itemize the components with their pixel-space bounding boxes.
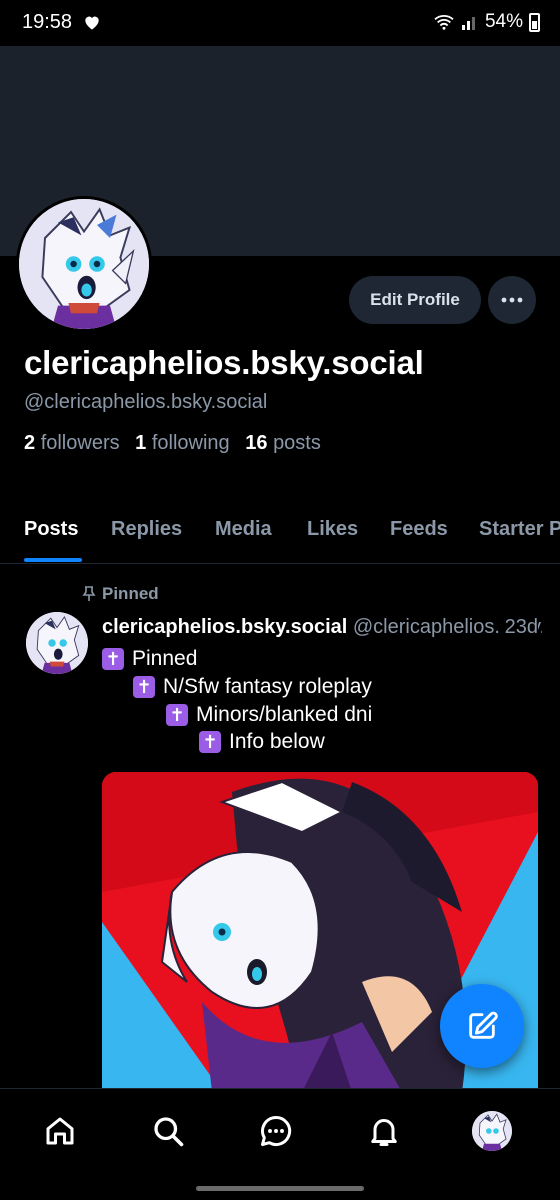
nav-search[interactable] bbox=[146, 1109, 190, 1153]
posts-label: posts bbox=[273, 432, 321, 454]
home-icon bbox=[46, 1117, 74, 1145]
status-bar: 19:58 54% bbox=[0, 0, 560, 46]
post-author-name[interactable]: clericaphelios.bsky.social bbox=[102, 616, 347, 638]
profile-tabs: Posts Replies Media Likes Feeds Starter … bbox=[0, 500, 560, 564]
post-author-avatar[interactable] bbox=[26, 612, 88, 674]
following-count[interactable]: 1 bbox=[135, 432, 146, 454]
tab-replies[interactable]: Replies bbox=[111, 518, 182, 541]
profile-stats: 2 followers 1 following 16 posts bbox=[24, 432, 321, 455]
battery-icon bbox=[529, 12, 540, 32]
edit-profile-button[interactable]: Edit Profile bbox=[349, 276, 481, 324]
battery-percent: 54% bbox=[484, 11, 523, 32]
latin-cross-emoji: ✝ bbox=[102, 648, 124, 670]
post-text-line: ✝ Pinned bbox=[102, 647, 197, 671]
post-header: clericaphelios.bsky.social @clericapheli… bbox=[102, 616, 542, 639]
search-icon bbox=[154, 1117, 184, 1147]
post-text-line: ✝ N/Sfw fantasy roleplay bbox=[133, 675, 372, 699]
heart-icon bbox=[85, 16, 99, 30]
pinned-label: Pinned bbox=[102, 584, 159, 603]
posts-count: 16 bbox=[245, 432, 268, 454]
gesture-home-bar[interactable] bbox=[196, 1186, 364, 1191]
nav-notifications[interactable] bbox=[362, 1109, 406, 1153]
compose-post-button[interactable] bbox=[440, 984, 524, 1068]
bell-icon bbox=[371, 1119, 397, 1146]
more-dots-icon bbox=[501, 297, 523, 303]
pinned-indicator: Pinned bbox=[82, 584, 159, 604]
status-time: 19:58 bbox=[22, 11, 73, 33]
post-date[interactable]: 23d bbox=[500, 616, 538, 639]
profile-avatar[interactable] bbox=[16, 196, 152, 332]
signal-icon bbox=[461, 17, 475, 30]
wifi-icon bbox=[434, 15, 454, 30]
pin-icon bbox=[82, 586, 96, 601]
post-line-text: Pinned bbox=[132, 647, 198, 670]
status-right: 54% bbox=[433, 11, 540, 33]
compose-icon bbox=[469, 1011, 498, 1039]
profile-display-name: clericaphelios.bsky.social bbox=[24, 344, 424, 381]
chat-icon bbox=[261, 1115, 292, 1146]
post-text-line: ✝ Minors/blanked dni bbox=[166, 703, 372, 727]
post-line-text: Minors/blanked dni bbox=[196, 703, 373, 726]
nav-home[interactable] bbox=[38, 1109, 82, 1153]
latin-cross-emoji: ✝ bbox=[199, 731, 221, 753]
tab-feeds[interactable]: Feeds bbox=[390, 518, 448, 541]
following-label[interactable]: following bbox=[152, 432, 230, 454]
bottom-navigation bbox=[0, 1088, 560, 1200]
post-line-text: N/Sfw fantasy roleplay bbox=[163, 675, 372, 698]
post-line-text: Info below bbox=[229, 730, 325, 753]
latin-cross-emoji: ✝ bbox=[166, 704, 188, 726]
profile-handle: @clericaphelios.bsky.social bbox=[24, 391, 268, 413]
tab-starter-packs[interactable]: Starter Packs bbox=[479, 518, 560, 541]
tab-likes[interactable]: Likes bbox=[307, 518, 358, 541]
post-text-line: ✝ Info below bbox=[199, 730, 325, 754]
profile-avatar-small bbox=[472, 1111, 512, 1151]
followers-label[interactable]: followers bbox=[41, 432, 120, 454]
nav-profile[interactable] bbox=[470, 1109, 514, 1153]
active-tab-indicator bbox=[24, 558, 82, 562]
nav-chat[interactable] bbox=[254, 1109, 298, 1153]
followers-count[interactable]: 2 bbox=[24, 432, 35, 454]
more-options-button[interactable] bbox=[488, 276, 536, 324]
tab-posts[interactable]: Posts bbox=[24, 518, 78, 541]
tab-media[interactable]: Media bbox=[215, 518, 272, 541]
latin-cross-emoji: ✝ bbox=[133, 676, 155, 698]
